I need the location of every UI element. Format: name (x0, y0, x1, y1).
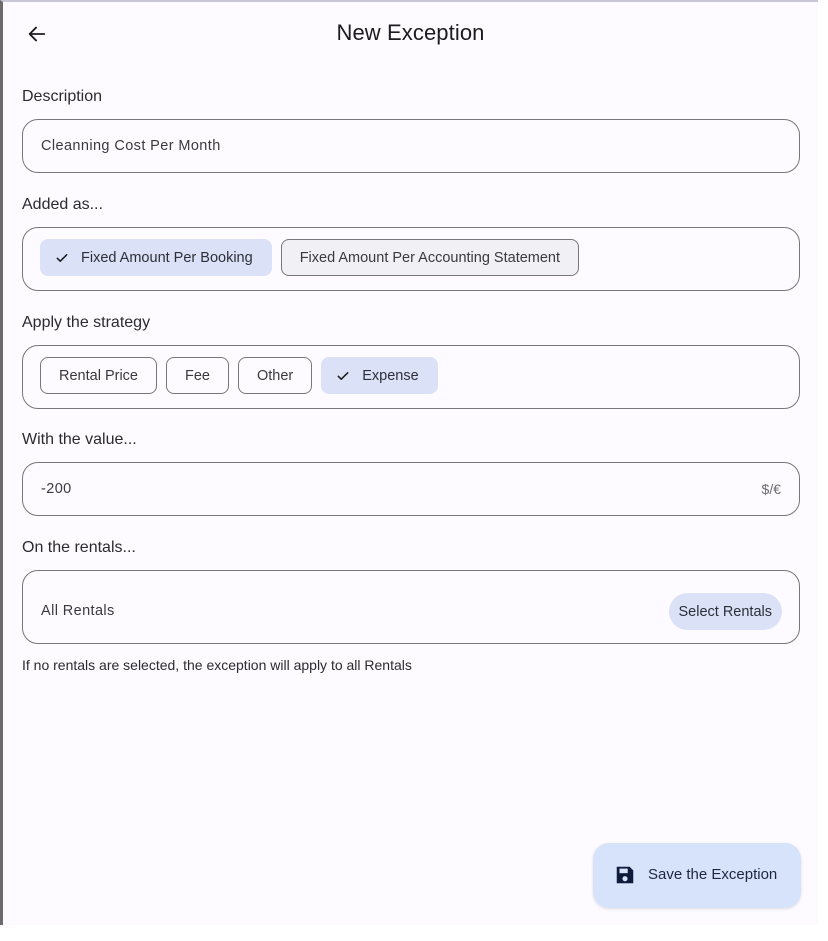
strategy-label: Apply the strategy (22, 314, 151, 331)
currency-suffix: $/€ (761, 481, 781, 497)
chip-fixed-amount-per-accounting-statement[interactable]: Fixed Amount Per Accounting Statement (280, 239, 580, 276)
save-floppy-icon (616, 866, 634, 884)
chip-expense[interactable]: Expense (321, 357, 438, 394)
description-field[interactable]: Cleanning Cost Per Month (22, 119, 800, 173)
check-icon (56, 253, 68, 262)
chip-label: Rental Price (59, 367, 138, 384)
chip-label: Fixed Amount Per Booking (81, 249, 253, 266)
check-icon (337, 371, 349, 380)
value-field[interactable]: -200 $/€ (22, 462, 800, 516)
chip-label: Other (256, 367, 294, 384)
description-label: Description (22, 88, 103, 105)
chip-fixed-amount-per-booking[interactable]: Fixed Amount Per Booking (40, 239, 272, 276)
save-exception-label: Save the Exception (648, 866, 778, 883)
chip-label: Fixed Amount Per Accounting Statement (299, 249, 561, 266)
rentals-helper-text: If no rentals are selected, the exceptio… (22, 657, 412, 673)
value-input-text: -200 (41, 481, 72, 497)
rentals-field: All Rentals Select Rentals (22, 570, 800, 644)
app-bar: New Exception (3, 2, 818, 66)
added-as-group: Fixed Amount Per Booking Fixed Amount Pe… (22, 227, 800, 291)
chip-label: Fee (184, 367, 210, 384)
chip-fee[interactable]: Fee (165, 357, 229, 394)
new-exception-screen: New Exception Description Cleanning Cost… (0, 0, 818, 925)
added-as-label: Added as... (22, 196, 103, 213)
save-exception-button[interactable]: Save the Exception (593, 843, 801, 908)
rentals-value: All Rentals (41, 603, 115, 619)
chip-other[interactable]: Other (237, 357, 313, 394)
page-title: New Exception (336, 20, 485, 45)
rentals-label: On the rentals... (22, 539, 136, 556)
description-value: Cleanning Cost Per Month (41, 138, 221, 154)
value-label: With the value... (22, 431, 137, 448)
strategy-group: Rental Price Fee Other Expense (22, 345, 800, 409)
select-rentals-button[interactable]: Select Rentals (668, 593, 782, 630)
chip-rental-price[interactable]: Rental Price (40, 357, 157, 394)
chip-label: Expense (362, 367, 419, 384)
